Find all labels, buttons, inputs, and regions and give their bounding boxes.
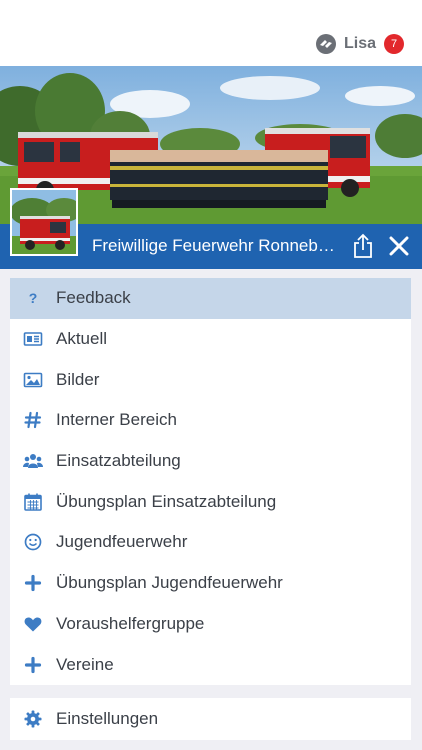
menu-item-label: Interner Bereich	[56, 410, 177, 430]
notification-badge[interactable]: 7	[384, 34, 404, 54]
newspaper-icon	[23, 329, 43, 349]
menu-item-label: Voraushelfergruppe	[56, 613, 205, 633]
menu-item-label: Feedback	[56, 288, 131, 308]
svg-text:?: ?	[29, 290, 38, 306]
plus-icon	[23, 573, 43, 593]
menu-item-aktuell[interactable]: Aktuell	[10, 319, 411, 360]
menu-item-uebungsplan-jugendfeuerwehr[interactable]: Übungsplan Jugendfeuerwehr	[10, 563, 411, 604]
menu-item-label: Einstellungen	[56, 709, 159, 728]
menu-item-feedback[interactable]: ? Feedback	[10, 278, 411, 319]
menu-item-jugendfeuerwehr[interactable]: Jugendfeuerwehr	[10, 522, 411, 563]
plus-icon	[23, 655, 43, 675]
calendar-icon	[23, 492, 43, 512]
menu-item-uebungsplan-einsatzabteilung[interactable]: Übungsplan Einsatzabteilung	[10, 481, 411, 522]
share-icon[interactable]	[352, 233, 374, 259]
menu-item-label: Vereine	[56, 654, 114, 674]
menu-item-label: Einsatzabteilung	[56, 451, 181, 471]
menu-item-vereine[interactable]: Vereine	[10, 644, 411, 685]
close-icon[interactable]	[388, 235, 410, 257]
menu-item-einstellungen[interactable]: Einstellungen	[10, 698, 411, 740]
organization-title: Freiwillige Feuerwehr Ronneb…	[92, 236, 335, 255]
top-bar: Lisa 7	[0, 0, 422, 66]
menu-item-label: Aktuell	[56, 329, 108, 349]
menu-item-voraushelfergruppe[interactable]: Voraushelfergruppe	[10, 604, 411, 645]
user-menu[interactable]: Lisa 7	[315, 32, 404, 56]
app-logo-icon	[315, 34, 336, 54]
menu-item-label: Jugendfeuerwehr	[56, 532, 188, 552]
gear-icon	[23, 709, 43, 729]
menu-item-einsatzabteilung[interactable]: Einsatzabteilung	[10, 441, 411, 482]
menu-item-bilder[interactable]: Bilder	[10, 359, 411, 400]
question-icon: ?	[23, 288, 43, 308]
menu-item-label: Übungsplan Einsatzabteilung	[56, 491, 277, 511]
settings-section: Einstellungen	[10, 698, 411, 740]
user-name[interactable]: Lisa	[344, 35, 376, 53]
group-icon	[23, 451, 43, 471]
menu-item-interner-bereich[interactable]: Interner Bereich	[10, 400, 411, 441]
menu-item-label: Bilder	[56, 369, 100, 389]
fire-truck-thumbnail	[10, 188, 78, 256]
image-icon	[23, 370, 43, 390]
heart-icon	[23, 614, 43, 634]
navigation-menu: ? Feedback Aktuell Bilder Interner Berei…	[10, 278, 411, 685]
menu-item-label: Übungsplan Jugendfeuerwehr	[56, 573, 283, 593]
smiley-icon	[23, 532, 43, 552]
hashtag-icon	[23, 410, 43, 430]
